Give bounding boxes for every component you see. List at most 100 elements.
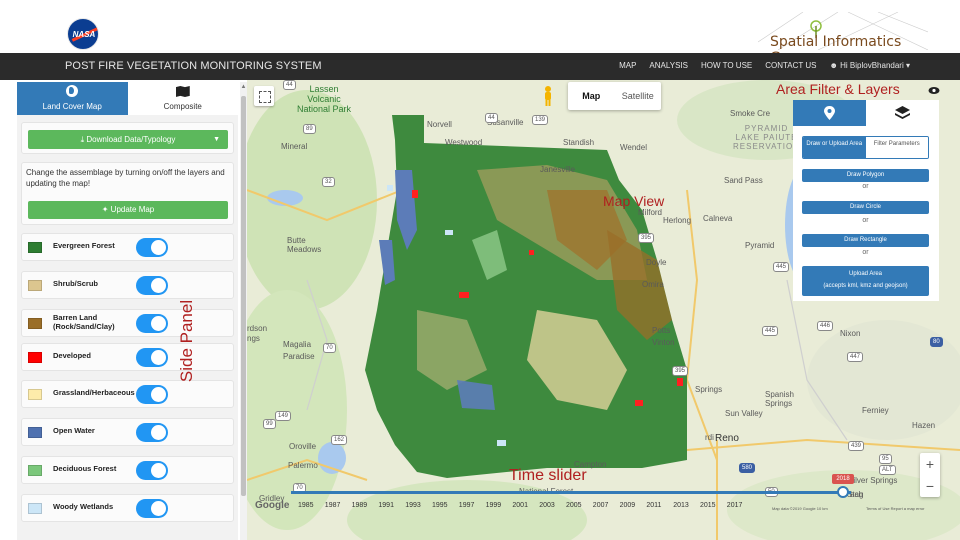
tab-label: Composite: [163, 102, 202, 111]
time-slider-year[interactable]: 1989: [352, 502, 368, 509]
time-slider-year[interactable]: 2017: [727, 502, 743, 509]
nav-link-contact-us[interactable]: CONTACT US: [765, 61, 816, 70]
map-place-label: Spanish Springs: [765, 390, 794, 408]
time-slider-year[interactable]: 1993: [405, 502, 421, 509]
time-slider-handle[interactable]: [837, 486, 849, 498]
layer-toggle[interactable]: [136, 314, 168, 333]
download-label: Download Data/Typology: [86, 135, 176, 144]
google-logo: Google: [255, 500, 290, 511]
map-place-label-line: RESERVATION: [733, 142, 801, 151]
or-separator: or: [862, 217, 869, 224]
map-place-label: Oroville: [289, 442, 317, 451]
map-type-map-button[interactable]: Map: [568, 82, 615, 110]
tab-land-cover-map[interactable]: Land Cover Map: [17, 82, 128, 115]
nav-link-how-to-use[interactable]: HOW TO USE: [701, 61, 752, 70]
map-place-label: Mineral: [281, 142, 308, 151]
layer-toggle[interactable]: [136, 276, 168, 295]
time-slider-year[interactable]: 1995: [432, 502, 448, 509]
time-slider-year[interactable]: 2007: [593, 502, 609, 509]
download-data-button[interactable]: ⤓ Download Data/Typology ▼: [28, 130, 228, 149]
user-menu[interactable]: ☻ Hi BiplovBhandari ▾: [830, 61, 911, 70]
layer-toggle[interactable]: [136, 385, 168, 404]
map-place-label: Calneva: [703, 214, 733, 223]
scrollbar-thumb[interactable]: [241, 96, 246, 496]
highway-shield: 80: [930, 337, 943, 347]
time-slider-year[interactable]: 2009: [620, 502, 636, 509]
annotation-map-view: Map View: [603, 193, 665, 209]
map-place-label: Silver Springs: [848, 476, 898, 485]
map-place-label: Milford: [638, 208, 663, 217]
map-place-label: Omira: [642, 280, 664, 289]
layer-toggle[interactable]: [136, 348, 168, 367]
legend-item: Developed: [21, 343, 234, 371]
draw-upload-area-option[interactable]: Draw or Upload Area: [803, 137, 866, 158]
legend-swatch: [28, 389, 42, 400]
time-slider-year[interactable]: 2003: [539, 502, 555, 509]
map-place-label-line: National Park: [297, 104, 352, 114]
map-place-label-line: Lassen: [309, 84, 339, 94]
draw-rectangle-button[interactable]: Draw Rectangle: [802, 234, 929, 247]
eye-icon[interactable]: [928, 86, 940, 95]
time-slider-year[interactable]: 1999: [486, 502, 502, 509]
draw-circle-button[interactable]: Draw Circle: [802, 201, 929, 214]
map-type-control: Map Satellite: [568, 82, 661, 110]
zoom-in-button[interactable]: +: [920, 453, 940, 475]
legend-swatch: [28, 427, 42, 438]
draw-polygon-button[interactable]: Draw Polygon: [802, 169, 929, 182]
map-place-label: Wendel: [620, 143, 647, 152]
map-place-label: Pyramid: [745, 241, 775, 250]
map-place-label: Smoke Cre: [730, 109, 771, 118]
filter-parameters-option[interactable]: Filter Parameters: [865, 137, 928, 158]
map-icon: [175, 86, 190, 97]
side-panel-scrollbar[interactable]: ▲: [240, 82, 247, 540]
map-type-satellite-button[interactable]: Satellite: [615, 82, 662, 110]
area-filter-panel: Draw or Upload Area Filter Parameters Dr…: [793, 126, 939, 301]
legend-swatch: [28, 242, 42, 253]
map-attribution[interactable]: Map data ©2019 Google 10 km: [772, 506, 828, 511]
time-slider-year[interactable]: 2005: [566, 502, 582, 509]
time-slider-year[interactable]: 2013: [673, 502, 689, 509]
spatial-informatics-group-logo[interactable]: Spatial Informatics Group: [757, 11, 929, 66]
nasa-logo[interactable]: NASA: [67, 18, 99, 50]
annotation-time-slider: Time slider: [509, 467, 587, 484]
layer-toggle[interactable]: [136, 423, 168, 442]
upload-area-button[interactable]: Upload Area (accepts kml, kmz and geojso…: [802, 266, 929, 296]
tab-composite[interactable]: Composite: [127, 82, 238, 115]
app-title[interactable]: POST FIRE VEGETATION MONITORING SYSTEM: [65, 60, 322, 72]
time-slider-year[interactable]: 1997: [459, 502, 475, 509]
layer-toggle[interactable]: [136, 238, 168, 257]
upload-area-formats: (accepts kml, kmz and geojson): [823, 283, 908, 289]
highway-shield: 395: [672, 366, 689, 376]
time-slider-year[interactable]: 2011: [646, 502, 661, 509]
time-slider-year[interactable]: 2001: [512, 502, 528, 509]
update-map-button[interactable]: ✦ Update Map: [28, 201, 228, 219]
highway-shield: 44: [485, 113, 498, 123]
time-slider-year[interactable]: 2015: [700, 502, 716, 509]
time-slider-year[interactable]: 1987: [325, 502, 341, 509]
map-terms[interactable]: Terms of Use Report a map error: [866, 506, 924, 511]
pegman-icon[interactable]: [541, 85, 555, 107]
annotation-side-panel: Side Panel: [177, 299, 197, 383]
time-slider-track[interactable]: [291, 491, 851, 494]
highway-shield: 70: [323, 343, 336, 353]
nav-link-map[interactable]: MAP: [619, 61, 636, 70]
highway-shield: 32: [322, 177, 335, 187]
map-place-label: rdi: [705, 433, 714, 442]
tab-label: Land Cover Map: [42, 102, 102, 111]
zoom-out-button[interactable]: −: [920, 475, 940, 497]
map-place-label: Janesville: [540, 165, 576, 174]
nav-links: MAP ANALYSIS HOW TO USE CONTACT US ☻ Hi …: [619, 61, 910, 70]
layer-toggle[interactable]: [136, 461, 168, 480]
map-place-label: Paradise: [283, 352, 315, 361]
map-place-label: Sand Pass: [724, 176, 763, 185]
area-filter-tabs: [793, 100, 939, 126]
fullscreen-button[interactable]: [254, 86, 274, 106]
tab-layers[interactable]: [866, 100, 939, 126]
scroll-up-icon[interactable]: ▲: [240, 84, 247, 90]
map-place-label: PYRAMID LAKE PAIUTE RESERVATION: [733, 124, 800, 151]
time-slider-year[interactable]: 1991: [378, 502, 394, 509]
tab-area-filter[interactable]: [793, 100, 866, 126]
nav-link-analysis[interactable]: ANALYSIS: [649, 61, 688, 70]
map-place-label: Reno: [715, 433, 739, 444]
time-slider-year[interactable]: 1985: [298, 502, 314, 509]
